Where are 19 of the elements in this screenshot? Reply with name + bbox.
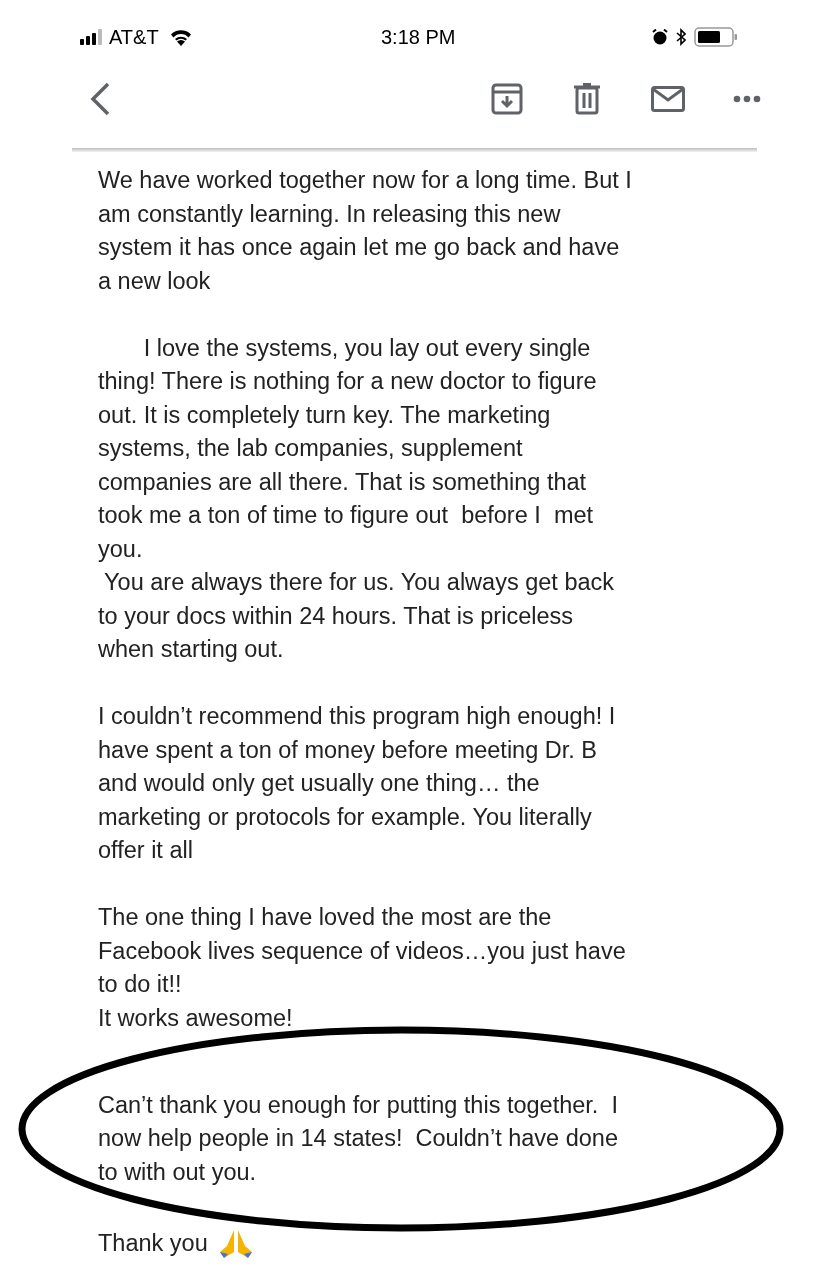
paragraph: I couldn’t recommend this program high enough! I have spent a ton of money before meeting Dr. B and would only get usually one thing… the marketing or protocols for example. You literally offer it all	[98, 702, 616, 865]
paragraph: Can’t thank you enough for putting this together. I now help people in 14 states! Couldn’t have done to with out you.	[98, 1090, 618, 1187]
trash-icon	[573, 83, 601, 115]
wifi-icon	[168, 28, 193, 46]
back-icon	[90, 82, 110, 116]
praying-hands-icon	[217, 1228, 254, 1258]
battery-icon	[694, 27, 738, 47]
archive-icon	[491, 83, 523, 115]
more-icon	[733, 95, 761, 103]
paragraph: I love the systems, you lay out every single thing! There is nothing for a new doctor to figure out. It is completely turn key. The marketing systems, the lab companies, supplement companies are all there. That is something that took me a ton of time to figure out before I met you. You are always there for us. You always get back to your docs within 24 hours. That is priceless when starting out.	[98, 333, 615, 664]
carrier-name: AT&T	[109, 25, 159, 50]
paragraph: The one thing I have loved the most are the Facebook lives sequence of videos…you just have to do it!! It works awesome!	[98, 903, 626, 1033]
archive-button[interactable]	[490, 82, 524, 116]
alarm-icon	[652, 29, 668, 45]
paragraph: We have worked together now for a long time. But I am constantly learning. In releasing this new system it has once again let me go back and have a new look	[98, 166, 632, 296]
envelope-icon	[651, 86, 685, 112]
clock-time: 3:18 PM	[381, 25, 456, 50]
bluetooth-icon	[676, 28, 686, 46]
closing-text: Thank you	[98, 1228, 208, 1258]
